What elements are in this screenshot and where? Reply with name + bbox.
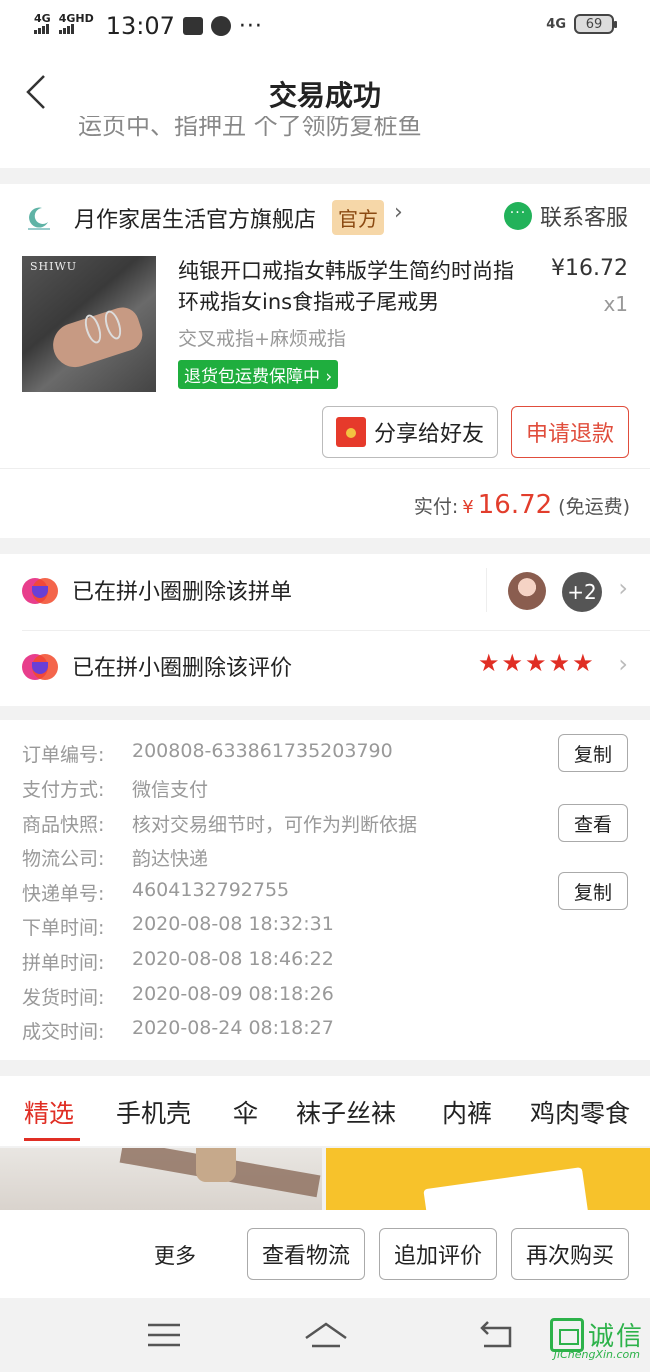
pinxiaoquan-icon <box>22 654 58 680</box>
chevron-right-icon: › <box>618 650 628 678</box>
store-name[interactable]: 月作家居生活官方旗舰店 <box>74 202 316 234</box>
product-feed <box>0 1148 650 1210</box>
paid-currency: ¥ <box>462 497 474 518</box>
star-icon: ★ <box>525 649 547 677</box>
logistics-company: 韵达快递 <box>132 848 209 870</box>
recommendation-tabs: 精选 手机壳 伞 袜子丝袜 内裤 鸡肉零食 <box>0 1076 650 1146</box>
copy-order-number-button[interactable]: 复制 <box>558 734 628 772</box>
signal-indicator-2: 4GHD <box>58 13 94 34</box>
product-title[interactable]: 纯银开口戒指女韩版学生简约时尚指环戒指女ins食指戒子尾戒男 <box>178 256 528 318</box>
official-badge: 官方 <box>332 200 384 235</box>
message-icon <box>182 17 203 35</box>
product-price: ¥16.72 <box>551 256 628 281</box>
star-icon: ★ <box>478 649 500 677</box>
tracking-number-row: 快递单号: 4604132792755 <box>22 879 290 905</box>
social-circle-card: 已在拼小圈删除该拼单 +2 › 已在拼小圈删除该评价 ★ ★ ★ ★ ★ › <box>0 554 650 706</box>
rating-stars: ★ ★ ★ ★ ★ <box>478 650 596 676</box>
payment-method: 微信支付 <box>132 779 209 801</box>
tracking-number: 4604132792755 <box>132 879 290 901</box>
tab-underwear[interactable]: 内裤 <box>442 1094 492 1130</box>
menu-icon[interactable] <box>146 1320 182 1350</box>
scrolled-status-text: 运页中、指押丑 个了领防复桩鱼 <box>78 116 422 138</box>
home-icon[interactable] <box>304 1320 348 1350</box>
product-image[interactable]: SHIWU <box>22 256 156 392</box>
chat-icon: ··· <box>503 202 532 230</box>
star-icon: ★ <box>572 649 594 677</box>
paid-amount: 16.72 <box>477 490 553 520</box>
bottom-action-bar: 更多 查看物流 追加评价 再次购买 <box>0 1210 650 1298</box>
system-nav-bar: 诚信 JiChengXin.com <box>0 1298 650 1372</box>
battery-icon: 69 <box>574 14 617 34</box>
snapshot-desc: 核对交易细节时，可作为判断依据 <box>132 814 418 836</box>
divider <box>486 568 487 612</box>
add-review-button[interactable]: 追加评价 <box>379 1228 497 1280</box>
feed-item-image[interactable] <box>326 1148 650 1210</box>
group-time: 2020-08-08 18:46:22 <box>132 948 334 970</box>
deal-time-row: 成交时间: 2020-08-24 08:18:27 <box>22 1017 334 1043</box>
store-chevron-icon[interactable]: › <box>394 200 403 225</box>
order-time: 2020-08-08 18:32:31 <box>132 913 334 935</box>
page-title: 交易成功 <box>268 79 381 112</box>
ship-time-row: 发货时间: 2020-08-09 08:18:26 <box>22 983 334 1009</box>
red-packet-icon <box>335 417 366 447</box>
product-spec: 交叉戒指+麻烦戒指 <box>178 328 346 350</box>
group-review-row[interactable]: 已在拼小圈删除该评价 ★ ★ ★ ★ ★ › <box>0 630 650 706</box>
tab-featured[interactable]: 精选 <box>24 1094 74 1130</box>
logistics-company-row: 物流公司: 韵达快递 <box>22 844 208 871</box>
group-order-row[interactable]: 已在拼小圈删除该拼单 +2 › <box>0 554 650 630</box>
shipping-note: (免运费) <box>558 496 630 518</box>
return-shipping-guarantee-badge[interactable]: 退货包运费保障中 › <box>178 360 339 389</box>
feed-item-image[interactable] <box>0 1148 322 1210</box>
title-bar: 交易成功 运页中、指押丑 个了领防复桩鱼 <box>0 52 650 168</box>
battery-level: 69 <box>585 16 603 32</box>
contact-service-button[interactable]: ··· 联系客服 <box>503 200 628 232</box>
status-time: 13:07 <box>105 12 175 40</box>
store-logo-icon <box>22 202 56 236</box>
order-number-row: 订单编号: 200808-633861735203790 <box>22 740 393 766</box>
back-nav-icon[interactable] <box>478 1320 514 1350</box>
order-product-card: 月作家居生活官方旗舰店 官方 › ··· 联系客服 SHIWU 纯银开口戒指女韩… <box>0 184 650 538</box>
tab-umbrella[interactable]: 伞 <box>233 1094 258 1130</box>
pinxiaoquan-icon <box>22 578 58 604</box>
watermark-logo-icon <box>549 1317 584 1352</box>
copy-tracking-number-button[interactable]: 复制 <box>558 872 628 910</box>
share-to-friend-button[interactable]: 分享给好友 <box>322 406 498 458</box>
group-review-text: 已在拼小圈删除该评价 <box>72 656 293 681</box>
paid-amount-row: 实付: ¥ 16.72 (免运费) <box>414 490 630 520</box>
view-snapshot-button[interactable]: 查看 <box>558 804 628 842</box>
signal-indicator-1: 4G <box>34 13 51 34</box>
snapshot-row: 商品快照: 核对交易细节时，可作为判断依据 <box>22 810 417 837</box>
chevron-right-icon: › <box>618 574 628 602</box>
divider <box>0 468 650 469</box>
status-bar: 4G 4GHD 13:07 ··· 4G 69 <box>0 0 650 52</box>
contact-service-label: 联系客服 <box>539 206 628 231</box>
star-icon: ★ <box>548 649 571 677</box>
tab-phone-case[interactable]: 手机壳 <box>116 1094 191 1130</box>
request-refund-button[interactable]: 申请退款 <box>511 406 629 458</box>
app-notification-icon <box>210 16 231 36</box>
order-time-row: 下单时间: 2020-08-08 18:32:31 <box>22 913 334 939</box>
avatar <box>508 572 546 610</box>
active-tab-indicator <box>24 1138 80 1141</box>
group-time-row: 拼单时间: 2020-08-08 18:46:22 <box>22 948 334 974</box>
deal-time: 2020-08-24 08:18:27 <box>132 1017 334 1039</box>
buy-again-button[interactable]: 再次购买 <box>511 1228 629 1280</box>
watermark-url: JiChengXin.com <box>553 1348 640 1361</box>
ship-time: 2020-08-09 08:18:26 <box>132 983 334 1005</box>
tab-chicken-snacks[interactable]: 鸡肉零食 <box>530 1094 630 1130</box>
view-logistics-button[interactable]: 查看物流 <box>247 1228 365 1280</box>
more-members-avatar: +2 <box>562 572 602 612</box>
order-info-card: 订单编号: 200808-633861735203790 复制 支付方式: 微信… <box>0 720 650 1060</box>
network-indicator: 4G <box>546 16 566 32</box>
paid-label: 实付: <box>413 496 459 518</box>
product-quantity: x1 <box>603 292 628 316</box>
star-icon: ★ <box>501 649 524 677</box>
group-order-text: 已在拼小圈删除该拼单 <box>72 580 293 605</box>
order-number: 200808-633861735203790 <box>132 740 393 762</box>
more-notifications-icon: ··· <box>238 13 263 39</box>
more-button[interactable]: 更多 <box>154 1240 196 1270</box>
tab-socks[interactable]: 袜子丝袜 <box>296 1094 396 1130</box>
payment-method-row: 支付方式: 微信支付 <box>22 775 208 802</box>
